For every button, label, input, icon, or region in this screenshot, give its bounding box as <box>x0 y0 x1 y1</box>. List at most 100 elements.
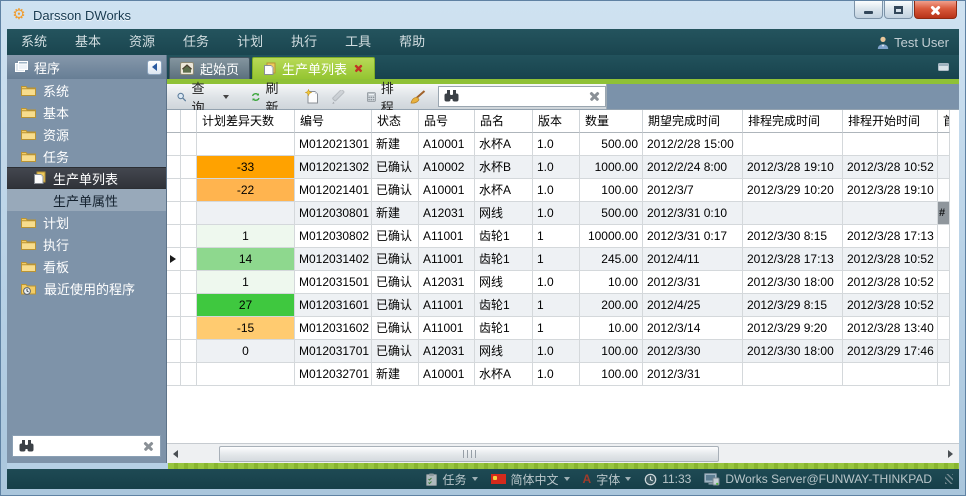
status-font-menu[interactable]: A 字体 <box>583 471 632 488</box>
sidebar-collapse-button[interactable] <box>147 60 162 75</box>
grid-row-gutter[interactable] <box>167 179 181 202</box>
folder-icon <box>21 106 36 118</box>
sidebar-item[interactable]: 计划 <box>7 211 166 233</box>
menu-item-3[interactable]: 任务 <box>169 29 223 55</box>
scrollbar-thumb[interactable] <box>219 446 719 462</box>
grid-header-col-4[interactable]: 品名 <box>475 110 533 133</box>
query-dropdown[interactable] <box>217 93 233 101</box>
new-button[interactable] <box>301 87 323 106</box>
menu-item-1[interactable]: 基本 <box>61 29 115 55</box>
clear-button[interactable] <box>406 88 430 106</box>
grid-cell-sched_end: 2012/3/29 10:20 <box>743 179 843 202</box>
maximize-button[interactable] <box>884 1 913 19</box>
grid-cell-diff: 1 <box>197 271 295 294</box>
menu-item-5[interactable]: 执行 <box>277 29 331 55</box>
grid-header-blank[interactable] <box>181 110 197 133</box>
grid-header-col-1[interactable]: 编号 <box>295 110 372 133</box>
sidebar-item[interactable]: 看板 <box>7 255 166 277</box>
sidebar-item[interactable]: 基本 <box>7 101 166 123</box>
scroll-right-icon <box>948 450 953 458</box>
grid-cell-part_no: A10002 <box>419 156 475 179</box>
grid-cell-sched_end: 2012/3/29 8:15 <box>743 294 843 317</box>
status-task-menu[interactable]: 任务 <box>426 471 477 488</box>
grid-cell-flag <box>938 156 950 179</box>
grid-row-gutter[interactable] <box>167 317 181 340</box>
grid-header-col-0[interactable]: 计划差异天数 <box>197 110 295 133</box>
menu-item-0[interactable]: 系统 <box>7 29 61 55</box>
sidebar-item[interactable]: 任务 <box>7 145 166 167</box>
grid-row-gutter[interactable] <box>167 340 181 363</box>
grid-cell-sched_start: 2012/3/28 10:52 <box>843 156 938 179</box>
close-icon <box>930 4 941 15</box>
grid-row-gutter[interactable] <box>167 156 181 179</box>
tab-home[interactable]: 起始页 <box>169 57 250 79</box>
grid-cell-part_no: A12031 <box>419 271 475 294</box>
menu-item-4[interactable]: 计划 <box>223 29 277 55</box>
grid-header-col-5[interactable]: 版本 <box>533 110 580 133</box>
sidebar-item[interactable]: 生产单列表 <box>7 167 166 189</box>
current-row-indicator-icon <box>170 255 176 263</box>
sidebar-item-label: 最近使用的程序 <box>44 279 135 298</box>
grid-row-gutter[interactable] <box>167 294 181 317</box>
close-button[interactable] <box>914 1 957 19</box>
grid-header-col-6[interactable]: 数量 <box>580 110 643 133</box>
grid-cell-version: 1.0 <box>533 156 580 179</box>
production-order-grid: 计划差异天数编号状态品号品名版本数量期望完成时间排程完成时间排程开始时间首M01… <box>167 110 959 443</box>
grid-cell-flag <box>938 340 950 363</box>
grid-row-gutter[interactable] <box>167 271 181 294</box>
sidebar-item[interactable]: 执行 <box>7 233 166 255</box>
grid-header-gutter[interactable] <box>167 110 181 133</box>
grid-row-gutter[interactable] <box>167 202 181 225</box>
tab-production-order-list[interactable]: 生产单列表 <box>252 57 375 79</box>
grid-cell-sched_end <box>743 133 843 156</box>
grid-header-col-3[interactable]: 品号 <box>419 110 475 133</box>
binoculars-icon <box>444 90 459 103</box>
user-name: Test User <box>894 35 949 50</box>
grid-row-gutter[interactable] <box>167 133 181 156</box>
grid-cell-part_name: 网线 <box>475 271 533 294</box>
sidebar-search-clear-icon[interactable] <box>143 441 154 452</box>
grid-cell-expect: 2012/3/31 0:17 <box>643 225 743 248</box>
menu-item-7[interactable]: 帮助 <box>385 29 439 55</box>
grid-cell-flag <box>938 133 950 156</box>
sidebar-item-label: 计划 <box>43 213 69 232</box>
sidebar-item[interactable]: 最近使用的程序 <box>7 277 166 299</box>
sidebar-item[interactable]: 系统 <box>7 79 166 101</box>
grid-cell-flag <box>938 317 950 340</box>
user-box[interactable]: Test User <box>877 35 949 50</box>
window-list-icon[interactable] <box>935 60 951 73</box>
grid-header-partial[interactable]: 首 <box>938 110 950 133</box>
grid-cell-blank <box>181 340 197 363</box>
minimize-button[interactable] <box>854 1 883 19</box>
menu-item-2[interactable]: 资源 <box>115 29 169 55</box>
grid-header-col-2[interactable]: 状态 <box>372 110 419 133</box>
grid-row-gutter[interactable] <box>167 363 181 386</box>
folder-icon <box>21 260 36 272</box>
toolbar-search-input[interactable] <box>465 90 583 104</box>
grid-cell-part_name: 水杯B <box>475 156 533 179</box>
grid-row-gutter[interactable] <box>167 248 181 271</box>
refresh-icon <box>251 90 260 104</box>
sidebar-item[interactable]: 资源 <box>7 123 166 145</box>
pencil-icon <box>331 90 345 104</box>
scroll-left-button[interactable] <box>167 445 184 463</box>
sidebar-item[interactable]: 生产单属性 <box>7 189 166 211</box>
toolbar-search-clear-icon[interactable] <box>589 91 600 102</box>
status-time: 11:33 <box>662 472 691 486</box>
sidebar-item-label: 执行 <box>43 235 69 254</box>
grid-header-col-8[interactable]: 排程完成时间 <box>743 110 843 133</box>
menu-item-6[interactable]: 工具 <box>331 29 385 55</box>
edit-button[interactable] <box>327 88 349 106</box>
grid-cell-blank <box>181 225 197 248</box>
grid-cell-blank <box>181 271 197 294</box>
tab-close-icon[interactable] <box>354 64 363 73</box>
grid-row-gutter[interactable] <box>167 225 181 248</box>
grid-header-col-9[interactable]: 排程开始时间 <box>843 110 938 133</box>
sidebar-search-input[interactable] <box>40 439 137 453</box>
grid-header-col-7[interactable]: 期望完成时间 <box>643 110 743 133</box>
horizontal-scrollbar[interactable] <box>167 443 959 463</box>
status-language-menu[interactable]: 简体中文 <box>491 471 570 488</box>
clipboard-icon <box>426 473 437 486</box>
scroll-right-button[interactable] <box>942 445 959 463</box>
grid-cell-flag: # <box>938 202 950 225</box>
